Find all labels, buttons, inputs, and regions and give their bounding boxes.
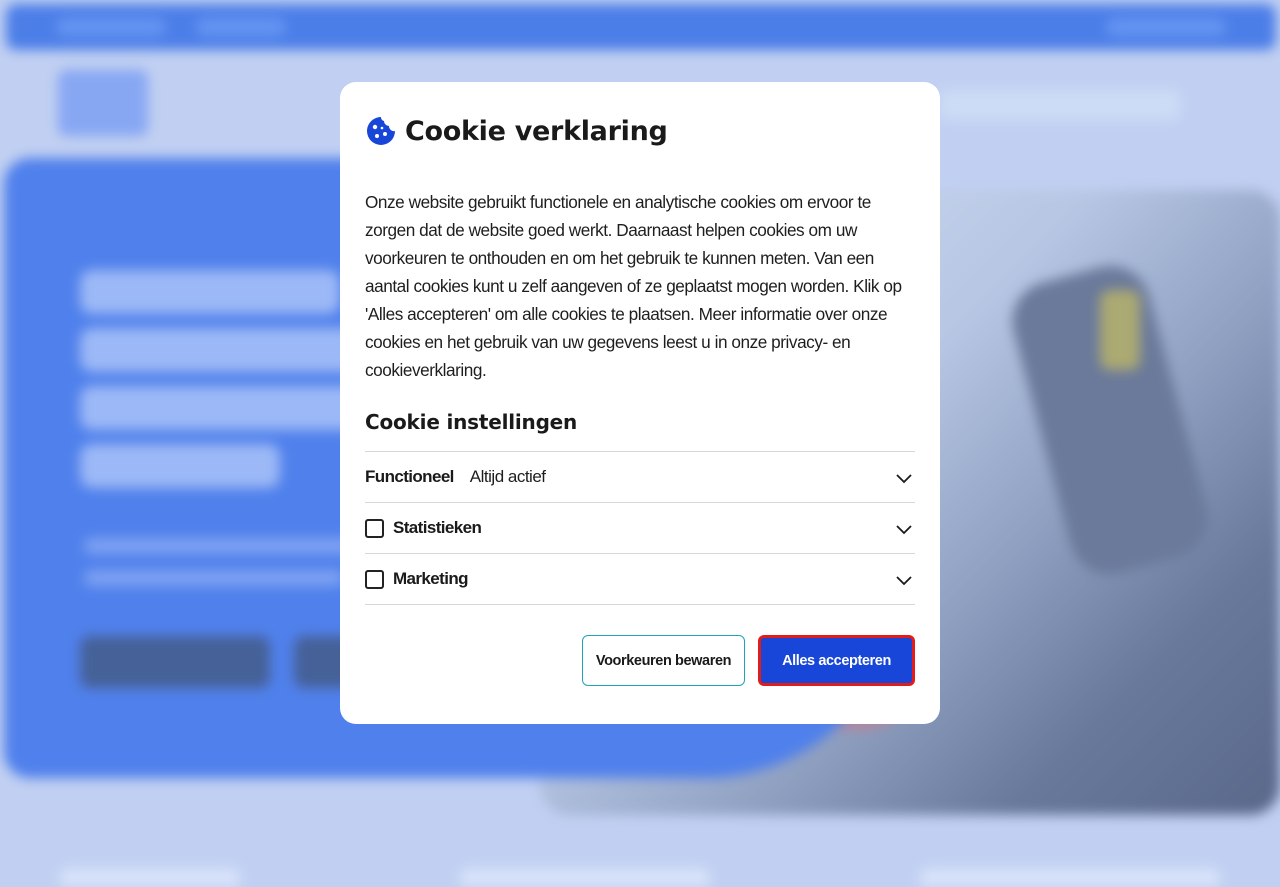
dialog-title: Cookie verklaring: [405, 115, 668, 147]
chevron-down-icon[interactable]: [895, 571, 913, 589]
save-preferences-button[interactable]: Voorkeuren bewaren: [582, 635, 745, 686]
dialog-actions: Voorkeuren bewaren Alles accepteren: [582, 635, 915, 686]
settings-title: Cookie instellingen: [365, 410, 578, 434]
setting-statistieken[interactable]: Statistieken: [365, 503, 915, 554]
chevron-down-icon[interactable]: [895, 520, 913, 538]
cookie-icon: [365, 115, 397, 147]
setting-marketing[interactable]: Marketing: [365, 554, 915, 605]
setting-label: Marketing: [393, 569, 469, 588]
marketing-checkbox[interactable]: [365, 569, 384, 589]
dialog-header: Cookie verklaring: [365, 114, 915, 148]
setting-label: Statistieken: [393, 518, 482, 537]
cookie-dialog: Cookie verklaring Onze website gebruikt …: [340, 82, 940, 724]
chevron-down-icon[interactable]: [895, 469, 913, 487]
setting-label: Functioneel: [365, 467, 454, 486]
setting-functioneel[interactable]: Functioneel Altijd actief: [365, 452, 915, 503]
accept-all-button[interactable]: Alles accepteren: [758, 635, 915, 686]
cookie-settings-list: Functioneel Altijd actief Statistieken M…: [365, 451, 915, 605]
dialog-description: Onze website gebruikt functionele en ana…: [365, 192, 902, 380]
setting-status: Altijd actief: [469, 467, 546, 486]
statistieken-checkbox[interactable]: [365, 518, 384, 538]
